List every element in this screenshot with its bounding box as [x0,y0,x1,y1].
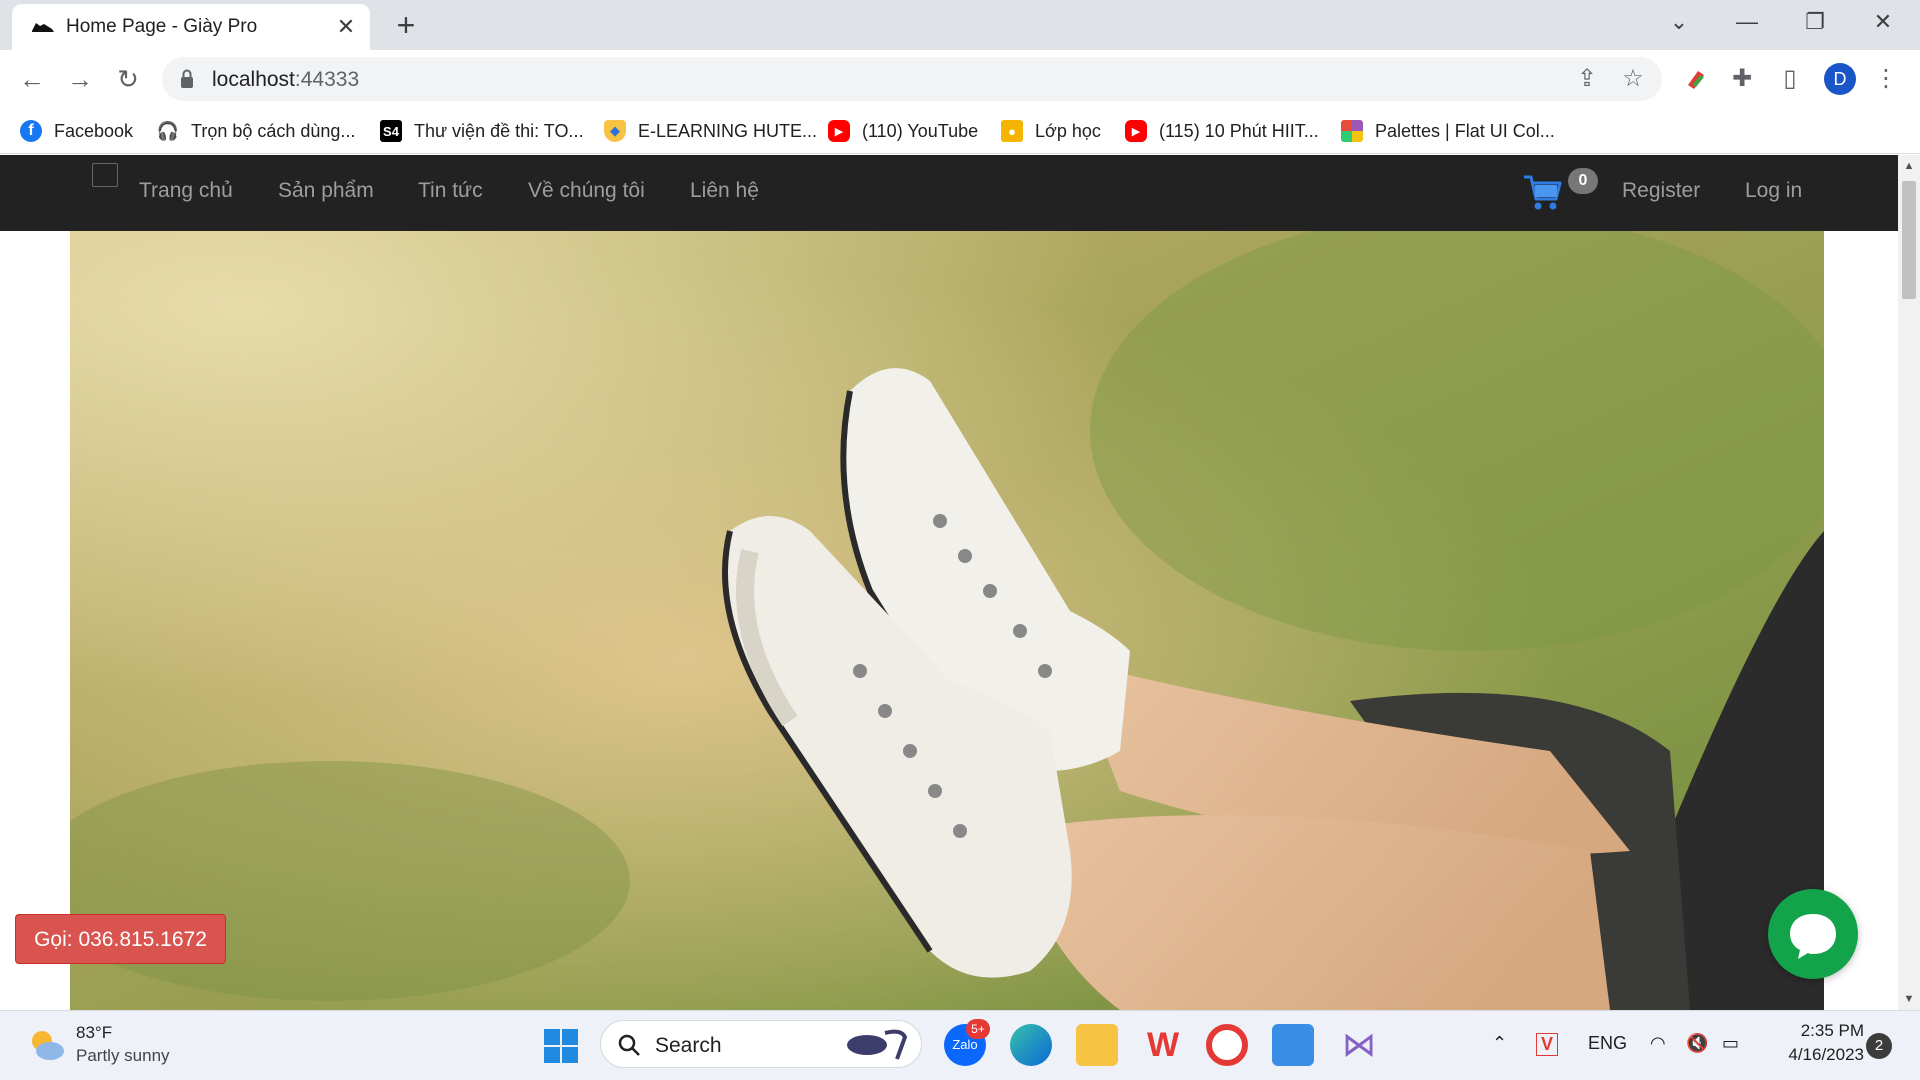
bookmark-tron-bo[interactable]: 🎧 Trọn bộ cách dùng... [156,116,356,146]
close-window-button[interactable]: ✕ [1854,5,1912,39]
zalo-badge: 5+ [966,1019,990,1039]
shield-icon: ◆ [604,120,626,142]
reload-button[interactable]: ↻ [110,62,146,96]
bookmark-hiit[interactable]: ▶ (115) 10 Phút HIIT... [1125,116,1319,146]
headphones-icon: 🎧 [156,120,180,141]
scroll-down-arrow-icon[interactable]: ▼ [1898,990,1920,1008]
search-highlight-art-icon [847,1029,908,1060]
back-button[interactable]: ← [14,62,50,96]
classroom-icon: ● [1001,120,1023,142]
weather-description[interactable]: Partly sunny [76,1046,170,1066]
side-panel-icon[interactable]: ▯ [1774,63,1806,95]
nav-san-pham[interactable]: Sản phẩm [278,179,374,203]
address-bar[interactable]: localhost:44333 ⇪ ☆ [162,57,1662,101]
nav-lien-he[interactable]: Liên hệ [690,179,759,203]
tray-overflow-chevron-icon[interactable]: ⌃ [1492,1033,1507,1054]
language-indicator[interactable]: ENG [1588,1033,1627,1054]
speaker-muted-icon[interactable]: 🔇 [1686,1033,1708,1054]
palette-icon [1341,120,1363,142]
partly-sunny-icon[interactable] [28,1027,66,1063]
share-icon[interactable]: ⇪ [1572,65,1602,93]
bookmark-lop-hoc[interactable]: ● Lớp học [1001,116,1101,146]
sneaker-favicon-icon [32,23,54,32]
nav-tin-tuc[interactable]: Tin tức [418,179,483,203]
search-label: Search [655,1034,722,1057]
chat-bubble-icon[interactable] [1768,889,1858,979]
edge-browser-icon[interactable] [1010,1024,1052,1066]
bookmark-thu-vien[interactable]: S4 Thư viện đề thi: TO... [380,116,583,146]
youtube-icon: ▶ [828,120,850,142]
taskbar-search-box[interactable]: Search [600,1020,922,1068]
tab-close-icon[interactable]: ✕ [332,13,360,41]
login-link[interactable]: Log in [1745,179,1802,203]
facebook-icon: f [20,120,42,142]
battery-icon[interactable]: ▭ [1722,1033,1739,1054]
wps-office-icon[interactable]: W [1142,1024,1184,1066]
file-explorer-icon[interactable] [1076,1024,1118,1066]
menu-kebab-icon[interactable]: ⋮ [1870,63,1902,95]
url-text: localhost:44333 [212,68,360,91]
page-viewport: Trang chủ Sản phẩm Tin tức Về chúng tôi … [0,155,1898,1010]
vietkey-icon[interactable]: V [1536,1033,1559,1056]
browser-tab-active[interactable]: Home Page - Giày Pro ✕ [12,4,370,50]
visual-studio-icon[interactable]: ⋈ [1338,1024,1380,1066]
brand-broken-image-icon[interactable] [92,163,118,187]
profile-avatar[interactable]: D [1824,63,1856,95]
windows-start-icon[interactable] [543,1028,579,1064]
clock-time[interactable]: 2:35 PM [1764,1021,1864,1041]
chat-bubble-glyph-icon [1790,914,1836,959]
page-scrollbar[interactable]: ▲ ▼ [1898,155,1920,1010]
weather-temperature[interactable]: 83°F [76,1023,112,1043]
bookmark-facebook[interactable]: f Facebook [20,116,133,146]
bookmarks-bar: f Facebook 🎧 Trọn bộ cách dùng... S4 Thư… [0,108,1920,154]
bookmark-youtube[interactable]: ▶ (110) YouTube [828,116,978,146]
nav-ve-chung-toi[interactable]: Về chúng tôi [528,179,645,203]
notification-count-badge[interactable]: 2 [1866,1033,1892,1059]
scrollbar-thumb[interactable] [1902,181,1916,299]
forward-button[interactable]: → [62,62,98,96]
nav-trang-chu[interactable]: Trang chủ [139,179,233,203]
youtube-icon: ▶ [1125,120,1147,142]
call-hotline-button[interactable]: Gọi: 036.815.1672 [15,914,226,964]
wifi-icon[interactable]: ◠ [1650,1033,1666,1054]
minimize-button[interactable]: — [1718,5,1776,39]
chrome-browser-icon[interactable] [1206,1024,1248,1066]
bookmark-star-icon[interactable]: ☆ [1618,65,1648,93]
browser-tab-strip: Home Page - Giày Pro ✕ + ⌄ — ❐ ✕ [0,0,1920,50]
extensions-puzzle-icon[interactable]: ✚ [1726,63,1758,95]
new-tab-button[interactable]: + [388,9,424,43]
tab-title: Home Page - Giày Pro [66,16,258,37]
notepad-icon[interactable] [1272,1024,1314,1066]
bookmark-palettes[interactable]: Palettes | Flat UI Col... [1341,116,1555,146]
lock-icon [181,69,193,88]
tab-search-icon[interactable]: ⌄ [1650,5,1708,39]
extension-colorful-icon[interactable] [1680,63,1712,95]
scroll-up-arrow-icon[interactable]: ▲ [1898,157,1920,175]
restore-button[interactable]: ❐ [1786,5,1844,39]
browser-toolbar: ← → ↻ localhost:44333 ⇪ ☆ ✚ ▯ D ⋮ [0,50,1920,108]
hero-banner-image [70,231,1824,1010]
register-link[interactable]: Register [1622,179,1700,203]
search-icon [618,1034,640,1056]
clock-date[interactable]: 4/16/2023 [1764,1045,1864,1065]
cart-count-badge: 0 [1568,168,1598,194]
site-navbar: Trang chủ Sản phẩm Tin tức Về chúng tôi … [0,155,1898,231]
s4-icon: S4 [380,120,402,142]
windows-taskbar: 83°F Partly sunny Search Zalo 5+ W ⋈ ⌃ V… [0,1010,1920,1080]
bookmark-elearning[interactable]: ◆ E-LEARNING HUTE... [604,116,817,146]
shopping-cart-icon[interactable] [1522,171,1562,213]
